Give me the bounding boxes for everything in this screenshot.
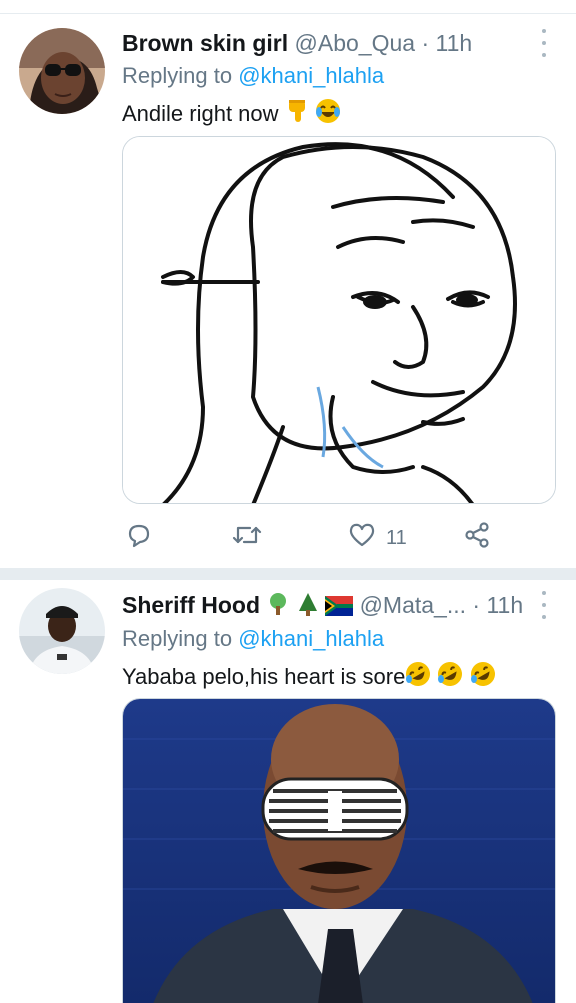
share-button[interactable] bbox=[464, 522, 490, 554]
tweet-actions: 11 bbox=[122, 522, 556, 552]
avatar[interactable] bbox=[19, 588, 105, 674]
rolling-on-floor-laughing-icon bbox=[405, 661, 431, 693]
mention-link[interactable]: @khani_hlahla bbox=[238, 626, 384, 651]
evergreen-tree-icon bbox=[297, 592, 319, 622]
tweet-header: Brown skin girl @Abo_Qua · 11h bbox=[122, 30, 472, 57]
more-options-icon[interactable] bbox=[536, 591, 552, 619]
tweet-image[interactable] bbox=[122, 136, 556, 504]
reply-icon bbox=[126, 522, 152, 554]
mention-link[interactable]: @khani_hlahla bbox=[238, 63, 384, 88]
face-with-tears-of-joy-icon bbox=[315, 98, 341, 130]
heart-icon bbox=[348, 522, 376, 554]
tweet-text-body: Andile right now bbox=[122, 101, 279, 126]
tweet-text: Yababa pelo,his heart is sore bbox=[122, 661, 496, 693]
replying-prefix: Replying to bbox=[122, 626, 239, 651]
retweet-button[interactable] bbox=[232, 522, 262, 554]
timestamp[interactable]: 11h bbox=[486, 592, 523, 618]
rolling-on-floor-laughing-icon bbox=[437, 661, 463, 693]
replying-to: Replying to @khani_hlahla bbox=[122, 626, 384, 652]
tweet-image[interactable] bbox=[122, 698, 556, 1003]
replying-prefix: Replying to bbox=[122, 63, 239, 88]
user-handle[interactable]: @Abo_Qua bbox=[295, 30, 416, 56]
rolling-on-floor-laughing-icon bbox=[470, 661, 496, 693]
tweet-text: Andile right now bbox=[122, 98, 341, 130]
user-handle[interactable]: @Mata_... bbox=[360, 592, 466, 618]
tweet-header: Sheriff Hood @Mata_... · 11h bbox=[122, 592, 523, 622]
tweet-text-body: Yababa pelo,his heart is sore bbox=[122, 664, 406, 689]
deciduous-tree-icon bbox=[266, 592, 290, 622]
replying-to: Replying to @khani_hlahla bbox=[122, 63, 384, 89]
tweet-card[interactable]: Brown skin girl @Abo_Qua · 11h Replying … bbox=[0, 0, 576, 568]
flag-south-africa-icon bbox=[325, 595, 354, 622]
separator-dot: · bbox=[421, 30, 430, 56]
avatar[interactable] bbox=[19, 28, 105, 114]
display-name[interactable]: Brown skin girl bbox=[122, 30, 288, 56]
like-button[interactable]: 11 bbox=[348, 522, 407, 554]
share-icon bbox=[464, 522, 490, 554]
reply-button[interactable] bbox=[126, 522, 152, 554]
like-count: 11 bbox=[386, 526, 407, 549]
display-name[interactable]: Sheriff Hood bbox=[122, 592, 260, 618]
timestamp[interactable]: 11h bbox=[436, 30, 473, 56]
backhand-index-pointing-down-icon bbox=[285, 98, 309, 130]
separator-dot: · bbox=[472, 592, 481, 618]
more-options-icon[interactable] bbox=[536, 29, 552, 57]
tweet-divider bbox=[0, 568, 576, 580]
retweet-icon bbox=[232, 522, 262, 554]
tweet-card[interactable]: Sheriff Hood @Mata_... · 11h Replying to… bbox=[0, 580, 576, 1003]
